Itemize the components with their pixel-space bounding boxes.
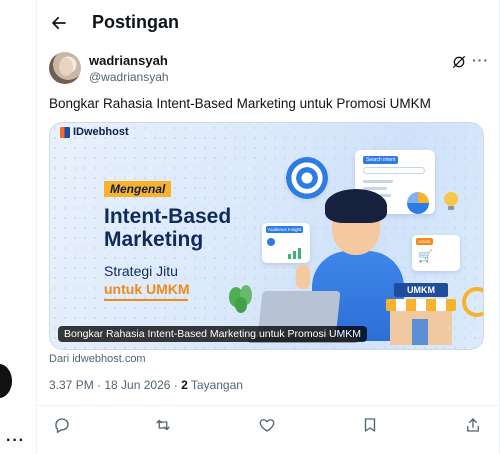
retweet-icon <box>156 419 170 431</box>
grok-icon[interactable] <box>451 54 467 70</box>
views-label: Tayangan <box>190 378 243 392</box>
views-count: 2 <box>181 378 188 392</box>
tweet-text: Bongkar Rahasia Intent-Based Marketing u… <box>49 96 431 111</box>
tweet-meta: 3.37 PM · 18 Jun 2026 · 2 Tayangan <box>49 378 243 392</box>
left-nav: ··· <box>0 0 36 454</box>
share-button[interactable] <box>462 414 484 436</box>
brand-logo-icon <box>60 126 70 138</box>
share-icon <box>467 418 479 432</box>
person-hair <box>325 189 387 223</box>
action-card-label: Action <box>416 238 433 245</box>
audience-card-label: Audience Insight <box>266 226 304 233</box>
more-icon[interactable]: ··· <box>6 432 25 450</box>
tweet-author: wadriansyah @wadriansyah ··· <box>49 52 489 88</box>
card-brand-text: IDwebhost <box>73 126 129 138</box>
card-brand: IDwebhost <box>60 126 129 138</box>
pie-chart-icon <box>407 192 429 214</box>
card-subtitle-1: Strategi Jitu <box>104 263 178 279</box>
card-tag: Mengenal <box>104 181 172 197</box>
plant-icon <box>229 285 252 313</box>
page-header: Postingan <box>37 0 499 46</box>
heart-icon <box>259 419 275 432</box>
account-avatar[interactable] <box>0 364 12 398</box>
divider <box>37 405 499 406</box>
bookmark-button[interactable] <box>359 414 381 436</box>
tweet-actions <box>49 414 489 438</box>
store-illustration: UMKM <box>386 283 456 345</box>
pointing-hand <box>296 265 310 289</box>
arrow-left-icon <box>52 16 66 30</box>
author-handle[interactable]: @wadriansyah <box>89 70 169 84</box>
bar-chart-icon <box>288 248 301 259</box>
card-underline <box>104 299 188 301</box>
author-name[interactable]: wadriansyah <box>89 53 168 68</box>
cart-icon: 🛒 <box>418 249 433 263</box>
more-horizontal-icon[interactable]: ··· <box>472 52 489 68</box>
card-headline: Intent-Based Marketing <box>104 205 232 251</box>
store-sign: UMKM <box>394 283 448 297</box>
card-caption: Bongkar Rahasia Intent-Based Marketing u… <box>58 326 368 342</box>
post-detail-column: Postingan wadriansyah @wadriansyah ··· B… <box>36 0 500 454</box>
reply-button[interactable] <box>51 414 73 436</box>
card-source-link[interactable]: Dari idwebhost.com <box>49 353 146 365</box>
back-button[interactable] <box>47 11 71 35</box>
retweet-button[interactable] <box>152 414 174 436</box>
tweet-timestamp[interactable]: 3.37 PM · 18 Jun 2026 <box>49 378 170 392</box>
decorative-ring <box>462 287 483 317</box>
meta-separator: · <box>170 378 182 392</box>
target-icon <box>286 157 328 199</box>
like-button[interactable] <box>256 414 278 436</box>
author-avatar[interactable] <box>49 52 81 84</box>
card-subtitle-2: untuk UMKM <box>104 281 190 297</box>
audience-insight-card: Audience Insight <box>262 223 310 263</box>
link-card[interactable]: IDwebhost Mengenal Intent-Based Marketin… <box>49 122 484 350</box>
reply-icon <box>55 418 69 433</box>
lightbulb-icon <box>444 192 458 210</box>
search-card-label: Search intent <box>363 156 399 164</box>
page-title: Postingan <box>92 12 180 32</box>
bookmark-icon <box>364 418 376 432</box>
